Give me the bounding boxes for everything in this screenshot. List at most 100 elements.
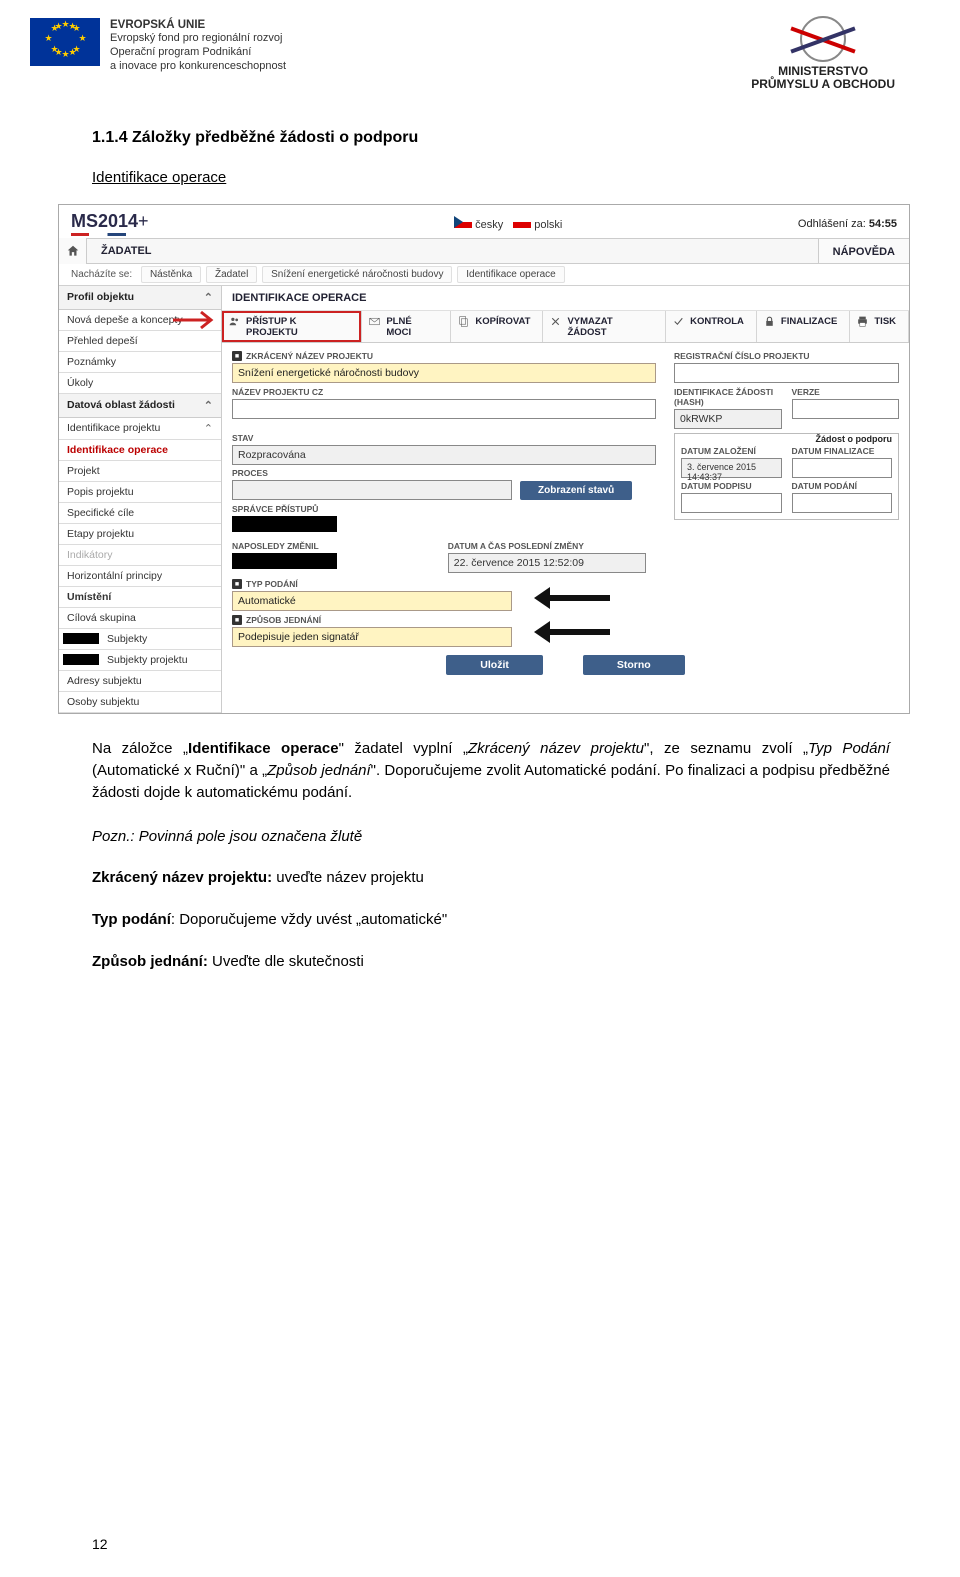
bc-identifikace[interactable]: Identifikace operace xyxy=(457,266,565,283)
toolbar-kontrola[interactable]: KONTROLA xyxy=(666,311,757,342)
copy-icon xyxy=(457,315,470,328)
input-typ-podani[interactable]: Automatické xyxy=(232,591,512,611)
sidebar-item-horizontalni[interactable]: Horizontální principy xyxy=(59,566,221,587)
content-panel: IDENTIFIKACE OPERACE PŘÍSTUP K PROJEKTU … xyxy=(222,286,909,713)
black-callout-arrow-icon xyxy=(532,585,612,611)
input-datum-zmeny: 22. července 2015 12:52:09 xyxy=(448,553,646,573)
sidebar: Profil objektu⌃ Nová depeše a koncepty P… xyxy=(59,286,222,713)
sidebar-item-cilova-skupina[interactable]: Cílová skupina xyxy=(59,608,221,629)
sidebar-item-ukoly[interactable]: Úkoly xyxy=(59,373,221,394)
sidebar-item-popis-projektu[interactable]: Popis projektu xyxy=(59,482,221,503)
sidebar-item-poznamky[interactable]: Poznámky xyxy=(59,352,221,373)
subheading: Identifikace operace xyxy=(92,169,890,186)
content-toolbar: PŘÍSTUP K PROJEKTU PLNÉ MOCI KOPÍROVAT V… xyxy=(222,311,909,343)
sidebar-item-projekt[interactable]: Projekt xyxy=(59,461,221,482)
breadcrumb: Nacházíte se: Nástěnka Žadatel Snížení e… xyxy=(59,264,909,286)
sidebar-group-datova[interactable]: Datová oblast žádosti⌃ xyxy=(59,394,221,418)
flag-pl-icon xyxy=(513,216,531,228)
label-zpusob: ■ZPŮSOB JEDNÁNÍ xyxy=(232,615,512,625)
eu-funding-block: ★ ★ ★ ★ ★ ★ ★ ★ ★ ★ ★ ★ EVROPSKÁ UNIE Ev… xyxy=(30,18,286,74)
storno-button[interactable]: Storno xyxy=(583,655,685,675)
black-callout-arrow-icon xyxy=(532,619,612,645)
users-icon xyxy=(228,315,241,328)
bc-zadatel[interactable]: Žadatel xyxy=(206,266,257,283)
label-typ-podani: ■TYP PODÁNÍ xyxy=(232,579,512,589)
toolbar-pristup[interactable]: PŘÍSTUP K PROJEKTU xyxy=(222,311,362,342)
group-zadost-title: Žádost o podporu xyxy=(681,434,892,444)
print-icon xyxy=(856,315,869,328)
section-heading: 1.1.4 Záložky předběžné žádosti o podpor… xyxy=(92,129,890,147)
def-zpusob: Způsob jednání: Uveďte dle skutečnosti xyxy=(92,951,890,973)
eu-op-line1: Operační program Podnikání xyxy=(110,46,286,60)
input-datum-final xyxy=(792,458,893,478)
language-switcher[interactable]: česky polski xyxy=(454,216,562,231)
label-ident-hash: IDENTIFIKACE ŽÁDOSTI (HASH) xyxy=(674,387,782,407)
ulozit-button[interactable]: Uložit xyxy=(446,655,543,675)
chevron-up-icon: ⌃ xyxy=(204,399,213,412)
label-proces: PROCES xyxy=(232,468,632,478)
sidebar-item-subjekty[interactable]: Subjekty xyxy=(59,629,221,650)
delete-icon xyxy=(549,315,562,328)
sidebar-item-adresy[interactable]: Adresy subjektu xyxy=(59,671,221,692)
label-zkraceny: ■ZKRÁCENÝ NÁZEV PROJEKTU xyxy=(232,351,656,361)
input-zkraceny[interactable]: Snížení energetické náročnosti budovy xyxy=(232,363,656,383)
logo-underline xyxy=(71,233,126,236)
redacted-spravce xyxy=(232,516,337,532)
sidebar-item-osoby[interactable]: Osoby subjektu xyxy=(59,692,221,713)
input-zpusob[interactable]: Podepisuje jeden signatář xyxy=(232,627,512,647)
ms2014-logo: MS2014+ xyxy=(71,211,149,232)
sidebar-item-specificke-cile[interactable]: Specifické cíle xyxy=(59,503,221,524)
red-callout-arrow-icon xyxy=(171,308,221,332)
chevron-up-icon: ⌃ xyxy=(204,422,213,435)
sidebar-item-ident-projektu[interactable]: Identifikace projektu⌃ xyxy=(59,418,221,440)
zobrazeni-stavu-button[interactable]: Zobrazení stavů xyxy=(520,481,632,500)
eu-title: EVROPSKÁ UNIE xyxy=(110,18,286,32)
input-verze xyxy=(792,399,900,419)
input-nazev-cz xyxy=(232,399,656,419)
mpo-line2: PRŮMYSLU A OBCHODU xyxy=(751,78,895,91)
label-datum-final: DATUM FINALIZACE xyxy=(792,446,893,456)
page-number: 12 xyxy=(92,1536,108,1552)
input-ident-hash: 0kRWKP xyxy=(674,409,782,429)
bc-project[interactable]: Snížení energetické náročnosti budovy xyxy=(262,266,452,283)
logout-timer: Odhlášení za: 54:55 xyxy=(798,218,897,230)
lock-icon xyxy=(763,315,776,328)
mpo-logo-block: MINISTERSTVO PRŮMYSLU A OBCHODU xyxy=(751,18,895,91)
label-datum-zmeny: DATUM A ČAS POSLEDNÍ ZMĚNY xyxy=(448,541,646,551)
sidebar-item-subjekty-projektu[interactable]: Subjekty projektu xyxy=(59,650,221,671)
redacted-uzivatel xyxy=(232,553,337,569)
label-naposledy: NAPOSLEDY ZMĚNIL xyxy=(232,541,430,551)
eu-op-line2: a inovace pro konkurenceschopnost xyxy=(110,60,286,74)
eu-fund-line: Evropský fond pro regionální rozvoj xyxy=(110,32,286,46)
input-stav: Rozpracována xyxy=(232,445,656,465)
input-datum-podpisu xyxy=(681,493,782,513)
bc-nastenka[interactable]: Nástěnka xyxy=(141,266,201,283)
flag-cz-icon xyxy=(454,216,472,228)
label-datum-podani: DATUM PODÁNÍ xyxy=(792,481,893,491)
label-reg-cislo: REGISTRAČNÍ ČÍSLO PROJEKTU xyxy=(674,351,899,361)
toolbar-finalizace[interactable]: FINALIZACE xyxy=(757,311,850,342)
body-note: Pozn.: Povinná pole jsou označena žlutě xyxy=(92,826,890,848)
tab-zadatel[interactable]: ŽADATEL xyxy=(87,238,166,264)
toolbar-vymazat[interactable]: VYMAZAT ŽÁDOST xyxy=(543,311,666,342)
toolbar-kopirovat[interactable]: KOPÍROVAT xyxy=(451,311,543,342)
label-stav: STAV xyxy=(232,433,656,443)
toolbar-tisk[interactable]: TISK xyxy=(850,311,909,342)
sidebar-item-prehled-depesi[interactable]: Přehled depeší xyxy=(59,331,221,352)
tab-napoveda[interactable]: NÁPOVĚDA xyxy=(818,239,909,263)
label-datum-podpisu: DATUM PODPISU xyxy=(681,481,782,491)
app-screenshot: MS2014+ česky polski Odhlášení za: 54:55… xyxy=(58,204,910,714)
body-paragraph-1: Na záložce „Identifikace operace" žadate… xyxy=(92,738,890,803)
label-spravce: SPRÁVCE PŘÍSTUPŮ xyxy=(232,504,499,514)
home-icon[interactable] xyxy=(59,238,87,264)
eu-flag-icon: ★ ★ ★ ★ ★ ★ ★ ★ ★ ★ ★ ★ xyxy=(30,18,100,66)
toolbar-plnemoci[interactable]: PLNÉ MOCI xyxy=(362,311,451,342)
sidebar-item-umisteni[interactable]: Umístění xyxy=(59,587,221,608)
lang-cz-label: česky xyxy=(475,219,503,231)
sidebar-item-indikatory[interactable]: Indikátory xyxy=(59,545,221,566)
sidebar-item-etapy-projektu[interactable]: Etapy projektu xyxy=(59,524,221,545)
chevron-up-icon: ⌃ xyxy=(204,291,213,304)
input-datum-podani xyxy=(792,493,893,513)
sidebar-group-profil[interactable]: Profil objektu⌃ xyxy=(59,286,221,310)
sidebar-item-ident-operace[interactable]: Identifikace operace xyxy=(59,440,221,461)
